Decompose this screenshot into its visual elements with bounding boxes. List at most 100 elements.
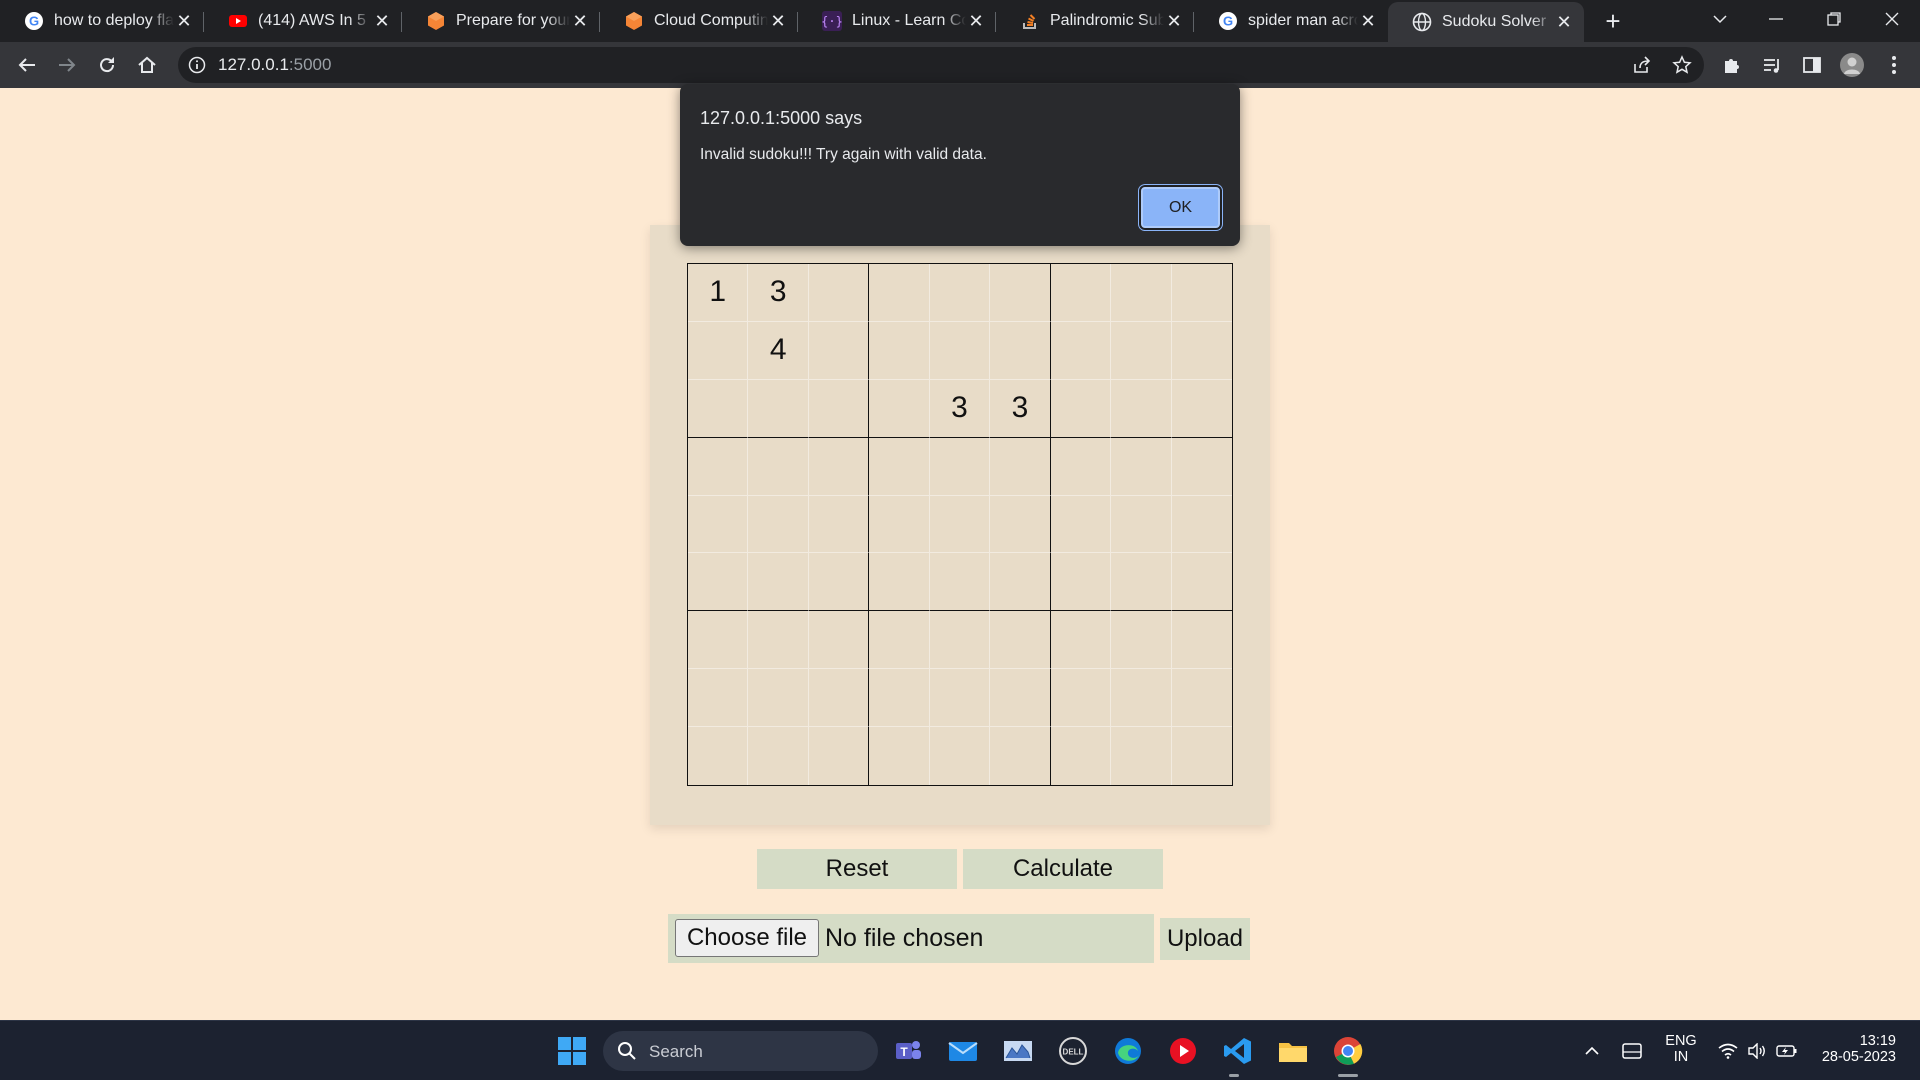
sudoku-cell-r2c2[interactable]: 4	[748, 321, 809, 380]
sudoku-cell-r2c8[interactable]	[1111, 321, 1172, 380]
bookmark-star-icon[interactable]	[1668, 51, 1696, 79]
sudoku-cell-r1c5[interactable]	[929, 264, 991, 322]
sudoku-cell-r3c3[interactable]	[808, 379, 870, 438]
windows-start-icon[interactable]	[552, 1031, 592, 1071]
sudoku-cell-r7c9[interactable]	[1171, 611, 1232, 670]
sudoku-cell-r8c4[interactable]	[869, 669, 930, 728]
tab-aws-youtube[interactable]: (414) AWS In 5 Mi ✕	[204, 0, 402, 42]
address-bar[interactable]: 127.0.0.1:5000	[178, 47, 1704, 83]
sudoku-cell-r1c9[interactable]	[1171, 264, 1232, 322]
media-queue-icon[interactable]	[1758, 51, 1786, 79]
url-text[interactable]: 127.0.0.1:5000	[218, 55, 331, 75]
info-icon[interactable]	[186, 54, 208, 76]
upload-button[interactable]: Upload	[1160, 918, 1250, 960]
sudoku-cell-r8c2[interactable]	[748, 669, 809, 728]
sudoku-cell-r9c8[interactable]	[1111, 727, 1172, 785]
sudoku-cell-r5c9[interactable]	[1171, 496, 1232, 554]
sudoku-cell-r3c2[interactable]	[748, 379, 809, 438]
sudoku-cell-r4c4[interactable]	[869, 437, 930, 496]
home-icon[interactable]	[132, 50, 162, 80]
sudoku-cell-r1c2[interactable]: 3	[748, 264, 809, 322]
show-hidden-icons-chevron-icon[interactable]	[1572, 1031, 1612, 1071]
sudoku-cell-r3c5[interactable]: 3	[929, 379, 991, 438]
sudoku-cell-r5c4[interactable]	[869, 495, 930, 554]
sudoku-cell-r6c8[interactable]	[1111, 553, 1172, 612]
choose-file-button[interactable]: Choose file	[675, 919, 819, 957]
sudoku-cell-r5c8[interactable]	[1111, 495, 1172, 554]
sudoku-cell-r8c6[interactable]	[990, 669, 1051, 728]
reset-button[interactable]: Reset	[757, 849, 957, 889]
sudoku-cell-r4c5[interactable]	[929, 437, 991, 496]
sudoku-cell-r9c6[interactable]	[990, 727, 1051, 785]
sudoku-cell-r5c3[interactable]	[808, 495, 870, 554]
sudoku-cell-r9c2[interactable]	[748, 727, 809, 785]
sudoku-cell-r7c4[interactable]	[869, 611, 930, 670]
close-window-icon[interactable]	[1864, 0, 1920, 38]
sudoku-cell-r6c3[interactable]	[808, 553, 870, 612]
vscode-icon[interactable]	[1218, 1031, 1258, 1071]
sudoku-cell-r2c9[interactable]	[1171, 322, 1232, 380]
sudoku-cell-r1c4[interactable]	[869, 264, 930, 322]
tab-sudoku-solver[interactable]: Sudoku Solver ✕	[1388, 2, 1584, 42]
file-explorer-icon[interactable]	[1273, 1031, 1313, 1071]
sudoku-cell-r7c1[interactable]	[688, 611, 749, 670]
sudoku-cell-r6c7[interactable]	[1050, 553, 1112, 612]
sudoku-cell-r9c9[interactable]	[1172, 727, 1232, 785]
sudoku-cell-r2c1[interactable]	[688, 321, 749, 380]
sudoku-cell-r6c5[interactable]	[929, 553, 991, 612]
language-indicator[interactable]: ENG IN	[1660, 1033, 1702, 1065]
ok-button[interactable]: OK	[1141, 187, 1220, 228]
forward-arrow-icon[interactable]	[52, 50, 82, 80]
sudoku-cell-r1c1[interactable]: 1	[688, 264, 749, 322]
sudoku-cell-r6c1[interactable]	[688, 553, 749, 612]
sudoku-cell-r8c1[interactable]	[688, 669, 749, 728]
sudoku-cell-r9c5[interactable]	[930, 727, 991, 785]
taskbar-search[interactable]: Search	[603, 1031, 878, 1071]
sudoku-cell-r7c5[interactable]	[929, 611, 991, 670]
chrome-icon[interactable]	[1328, 1031, 1368, 1071]
tab-close-icon[interactable]: ✕	[1554, 12, 1574, 32]
sudoku-cell-r2c4[interactable]	[869, 321, 930, 380]
sudoku-cell-r6c9[interactable]	[1171, 553, 1232, 612]
sudoku-cell-r4c9[interactable]	[1171, 438, 1232, 496]
sudoku-cell-r3c4[interactable]	[869, 379, 930, 438]
tab-close-icon[interactable]: ✕	[1164, 11, 1184, 31]
reload-icon[interactable]	[92, 50, 122, 80]
sudoku-cell-r8c8[interactable]	[1111, 669, 1172, 728]
restore-icon[interactable]	[1806, 0, 1862, 38]
sudoku-cell-r1c3[interactable]	[808, 264, 870, 322]
tab-close-icon[interactable]: ✕	[372, 11, 392, 31]
sudoku-cell-r3c6[interactable]: 3	[990, 379, 1051, 438]
sudoku-cell-r6c4[interactable]	[869, 553, 930, 612]
share-icon[interactable]	[1628, 51, 1656, 79]
media-player-icon[interactable]	[1163, 1031, 1203, 1071]
back-arrow-icon[interactable]	[12, 50, 42, 80]
sudoku-cell-r5c5[interactable]	[929, 495, 991, 554]
sudoku-cell-r2c6[interactable]	[990, 321, 1051, 380]
tab-search-chevron-icon[interactable]	[1692, 0, 1748, 38]
calculate-button[interactable]: Calculate	[963, 849, 1163, 889]
minimize-icon[interactable]	[1748, 0, 1804, 38]
sudoku-cell-r7c8[interactable]	[1111, 611, 1172, 670]
sudoku-cell-r8c3[interactable]	[808, 669, 870, 728]
sudoku-cell-r1c6[interactable]	[990, 264, 1051, 322]
sudoku-cell-r4c3[interactable]	[808, 437, 870, 496]
tab-spider-man[interactable]: G spider man acros ✕	[1194, 0, 1388, 42]
stock-chart-app-icon[interactable]	[998, 1031, 1038, 1071]
sudoku-cell-r1c7[interactable]	[1050, 264, 1112, 322]
tab-close-icon[interactable]: ✕	[966, 11, 986, 31]
battery-icon[interactable]	[1767, 1031, 1807, 1071]
tab-palindromic[interactable]: Palindromic Subst ✕	[996, 0, 1194, 42]
edge-browser-icon[interactable]	[1108, 1031, 1148, 1071]
sudoku-cell-r3c8[interactable]	[1111, 379, 1172, 438]
mail-icon[interactable]	[943, 1031, 983, 1071]
sudoku-cell-r7c7[interactable]	[1050, 611, 1112, 670]
tab-prepare[interactable]: Prepare for your A ✕	[402, 0, 600, 42]
sudoku-cell-r3c7[interactable]	[1050, 379, 1112, 438]
new-tab-icon[interactable]: +	[1600, 6, 1626, 36]
sudoku-cell-r8c5[interactable]	[929, 669, 991, 728]
sudoku-cell-r2c3[interactable]	[808, 321, 870, 380]
sudoku-cell-r7c2[interactable]	[748, 611, 809, 670]
sudoku-cell-r2c7[interactable]	[1050, 321, 1112, 380]
clock[interactable]: 13:19 28-05-2023	[1810, 1033, 1910, 1065]
